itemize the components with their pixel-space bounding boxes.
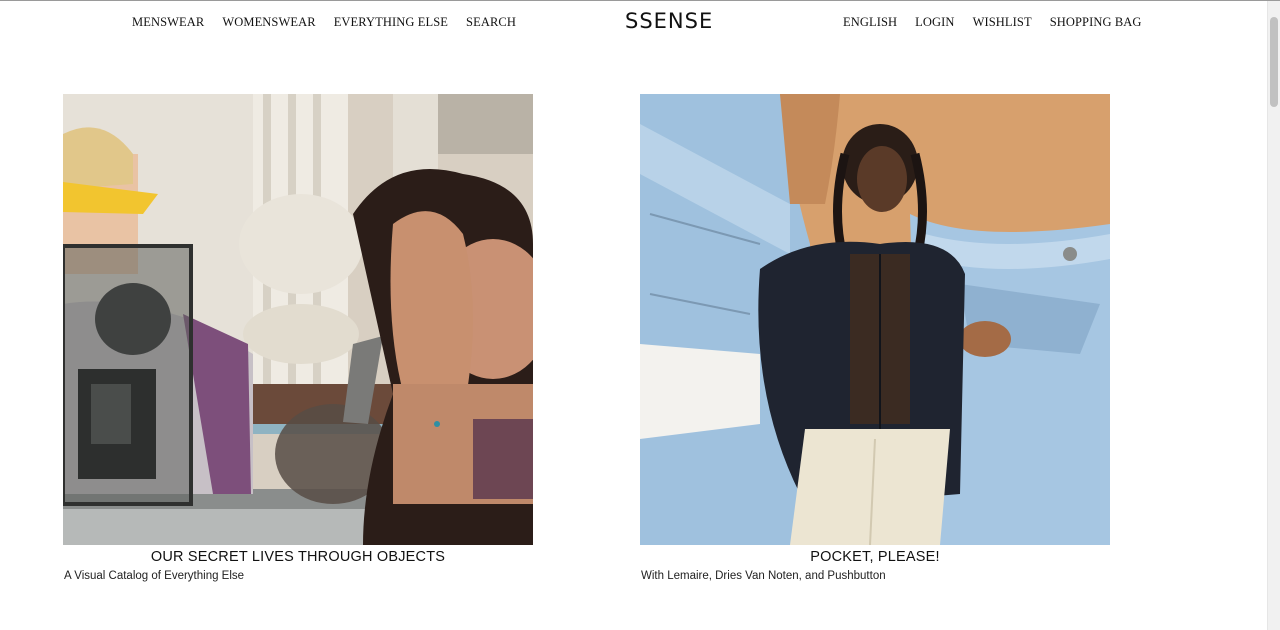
page: MENSWEAR WOMENSWEAR EVERYTHING ELSE SEAR… xyxy=(0,0,1280,630)
shopping-bag-link[interactable]: SHOPPING BAG xyxy=(1050,15,1142,30)
language-link[interactable]: ENGLISH xyxy=(843,15,897,30)
wishlist-link[interactable]: WISHLIST xyxy=(973,15,1032,30)
page-scrollbar[interactable] xyxy=(1267,1,1280,630)
account-nav: ENGLISH LOGIN WISHLIST SHOPPING BAG xyxy=(843,15,1142,30)
feature-subtitle-pocket-please: With Lemaire, Dries Van Noten, and Pushb… xyxy=(641,570,886,582)
site-logo[interactable]: SSENSE xyxy=(625,9,713,33)
feature-image-secret-lives[interactable] xyxy=(63,94,533,545)
nav-search-link[interactable]: SEARCH xyxy=(466,15,516,30)
feature-title-pocket-please[interactable]: POCKET, PLEASE! xyxy=(640,549,1110,565)
feature-title-secret-lives[interactable]: OUR SECRET LIVES THROUGH OBJECTS xyxy=(63,549,533,565)
login-link[interactable]: LOGIN xyxy=(915,15,954,30)
site-header: MENSWEAR WOMENSWEAR EVERYTHING ELSE SEAR… xyxy=(0,1,1268,45)
primary-nav: MENSWEAR WOMENSWEAR EVERYTHING ELSE SEAR… xyxy=(132,15,516,30)
nav-womenswear-link[interactable]: WOMENSWEAR xyxy=(222,15,315,30)
nav-everything-else-link[interactable]: EVERYTHING ELSE xyxy=(334,15,448,30)
nav-menswear-link[interactable]: MENSWEAR xyxy=(132,15,204,30)
scrollbar-thumb[interactable] xyxy=(1270,17,1278,107)
feature-card-pocket-please: POCKET, PLEASE! With Lemaire, Dries Van … xyxy=(640,94,1110,582)
feature-subtitle-secret-lives: A Visual Catalog of Everything Else xyxy=(64,570,245,582)
feature-image-pocket-please[interactable] xyxy=(640,94,1110,545)
feature-card-secret-lives: OUR SECRET LIVES THROUGH OBJECTS A Visua… xyxy=(63,94,533,582)
